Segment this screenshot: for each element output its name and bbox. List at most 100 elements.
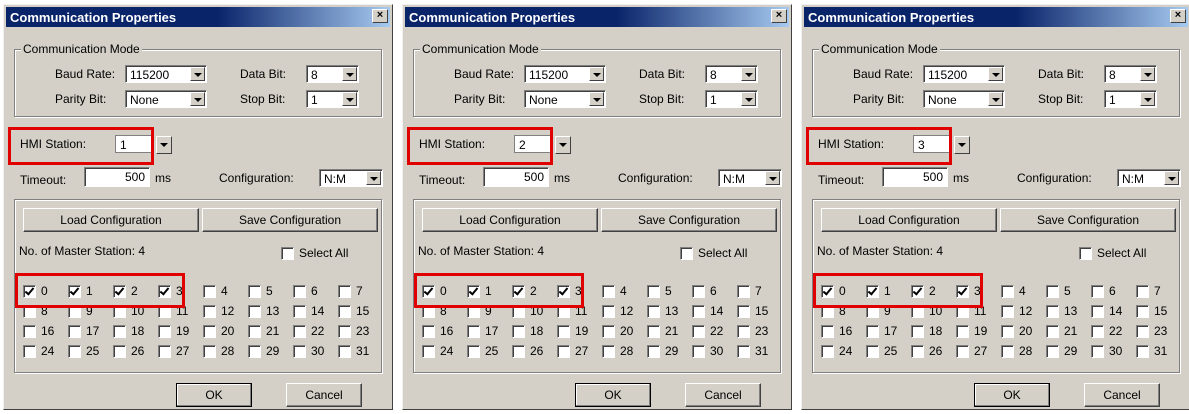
station-checkbox[interactable]	[647, 285, 660, 298]
station-checkbox[interactable]	[203, 345, 216, 358]
station-checkbox[interactable]	[158, 345, 171, 358]
station-checkbox-item[interactable]: 24	[821, 344, 865, 360]
station-checkbox-item[interactable]: 17	[467, 324, 511, 340]
station-checkbox-item[interactable]: 15	[737, 304, 781, 320]
station-checkbox[interactable]	[557, 345, 570, 358]
station-checkbox-item[interactable]: 27	[557, 344, 601, 360]
station-checkbox-item[interactable]: 5	[647, 284, 691, 300]
station-checkbox-item[interactable]: 4	[1001, 284, 1045, 300]
station-checkbox-item[interactable]: 26	[113, 344, 157, 360]
station-checkbox-item[interactable]: 31	[737, 344, 781, 360]
station-checkbox-item[interactable]: 25	[68, 344, 112, 360]
station-checkbox-item[interactable]: 21	[647, 324, 691, 340]
timeout-input[interactable]: 500	[84, 167, 150, 187]
chevron-down-icon[interactable]	[741, 92, 756, 106]
station-checkbox-item[interactable]: 27	[956, 344, 1000, 360]
station-checkbox-item[interactable]: 12	[1001, 304, 1045, 320]
hmi-station-spin-button[interactable]	[954, 136, 970, 154]
station-checkbox[interactable]	[1046, 345, 1059, 358]
station-checkbox-item[interactable]: 13	[1046, 304, 1090, 320]
station-checkbox-item[interactable]: 27	[158, 344, 202, 360]
ok-button[interactable]: OK	[176, 383, 252, 407]
station-checkbox[interactable]	[248, 285, 261, 298]
station-checkbox[interactable]	[692, 325, 705, 338]
station-checkbox-item[interactable]: 22	[293, 324, 337, 340]
chevron-down-icon[interactable]	[190, 92, 205, 106]
station-checkbox[interactable]	[23, 345, 36, 358]
station-checkbox[interactable]	[866, 325, 879, 338]
chevron-down-icon[interactable]	[342, 92, 357, 106]
chevron-down-icon[interactable]	[589, 92, 604, 106]
station-checkbox[interactable]	[338, 345, 351, 358]
station-checkbox[interactable]	[692, 345, 705, 358]
station-checkbox-item[interactable]: 6	[293, 284, 337, 300]
hmi-station-spin-button[interactable]	[555, 136, 571, 154]
station-checkbox[interactable]	[293, 345, 306, 358]
cancel-button[interactable]: Cancel	[1084, 383, 1160, 407]
data-bit-select[interactable]: 8	[705, 65, 758, 83]
timeout-input[interactable]: 500	[882, 167, 948, 187]
chevron-down-icon[interactable]	[589, 67, 604, 81]
station-checkbox[interactable]	[1001, 345, 1014, 358]
station-checkbox-item[interactable]: 26	[512, 344, 556, 360]
station-checkbox-item[interactable]: 14	[1091, 304, 1135, 320]
close-icon[interactable]: ×	[1170, 9, 1186, 23]
station-checkbox-item[interactable]: 25	[866, 344, 910, 360]
station-checkbox[interactable]	[203, 285, 216, 298]
chevron-down-icon[interactable]	[342, 67, 357, 81]
station-checkbox-item[interactable]: 20	[1001, 324, 1045, 340]
station-checkbox-item[interactable]: 13	[248, 304, 292, 320]
station-checkbox[interactable]	[1136, 285, 1149, 298]
station-checkbox-item[interactable]: 20	[602, 324, 646, 340]
station-checkbox[interactable]	[1091, 325, 1104, 338]
station-checkbox-item[interactable]: 29	[248, 344, 292, 360]
station-checkbox[interactable]	[248, 305, 261, 318]
station-checkbox[interactable]	[557, 325, 570, 338]
station-checkbox[interactable]	[602, 345, 615, 358]
station-checkbox[interactable]	[602, 285, 615, 298]
station-checkbox[interactable]	[512, 345, 525, 358]
select-all-checkbox[interactable]	[1079, 247, 1092, 260]
station-checkbox-item[interactable]: 28	[1001, 344, 1045, 360]
station-checkbox[interactable]	[1046, 305, 1059, 318]
station-checkbox[interactable]	[338, 325, 351, 338]
station-checkbox-item[interactable]: 31	[1136, 344, 1180, 360]
station-checkbox-item[interactable]: 6	[692, 284, 736, 300]
station-checkbox[interactable]	[113, 345, 126, 358]
station-checkbox-item[interactable]: 16	[821, 324, 865, 340]
station-checkbox[interactable]	[692, 285, 705, 298]
parity-bit-select[interactable]: None	[125, 90, 207, 108]
station-checkbox-item[interactable]: 30	[692, 344, 736, 360]
data-bit-select[interactable]: 8	[306, 65, 359, 83]
station-checkbox[interactable]	[692, 305, 705, 318]
stop-bit-select[interactable]: 1	[1104, 90, 1157, 108]
chevron-down-icon[interactable]	[190, 67, 205, 81]
chevron-down-icon[interactable]	[741, 67, 756, 81]
station-checkbox-item[interactable]: 15	[338, 304, 382, 320]
cancel-button[interactable]: Cancel	[286, 383, 362, 407]
load-configuration-button[interactable]: Load Configuration	[23, 208, 199, 232]
station-checkbox[interactable]	[1136, 345, 1149, 358]
select-all-checkbox[interactable]	[680, 247, 693, 260]
station-checkbox[interactable]	[338, 305, 351, 318]
station-checkbox-item[interactable]: 16	[23, 324, 67, 340]
station-checkbox[interactable]	[422, 345, 435, 358]
station-checkbox-item[interactable]: 19	[557, 324, 601, 340]
station-checkbox[interactable]	[737, 345, 750, 358]
chevron-down-icon[interactable]	[988, 67, 1003, 81]
station-checkbox-item[interactable]: 4	[602, 284, 646, 300]
station-checkbox[interactable]	[1046, 325, 1059, 338]
station-checkbox[interactable]	[911, 345, 924, 358]
station-checkbox-item[interactable]: 14	[293, 304, 337, 320]
station-checkbox-item[interactable]: 28	[203, 344, 247, 360]
baud-rate-select[interactable]: 115200	[125, 65, 207, 83]
station-checkbox[interactable]	[113, 325, 126, 338]
station-checkbox[interactable]	[1091, 345, 1104, 358]
station-checkbox[interactable]	[203, 325, 216, 338]
station-checkbox-item[interactable]: 25	[467, 344, 511, 360]
ok-button[interactable]: OK	[575, 383, 651, 407]
chevron-down-icon[interactable]	[1140, 67, 1155, 81]
load-configuration-button[interactable]: Load Configuration	[821, 208, 997, 232]
station-checkbox[interactable]	[956, 325, 969, 338]
station-checkbox[interactable]	[1091, 285, 1104, 298]
